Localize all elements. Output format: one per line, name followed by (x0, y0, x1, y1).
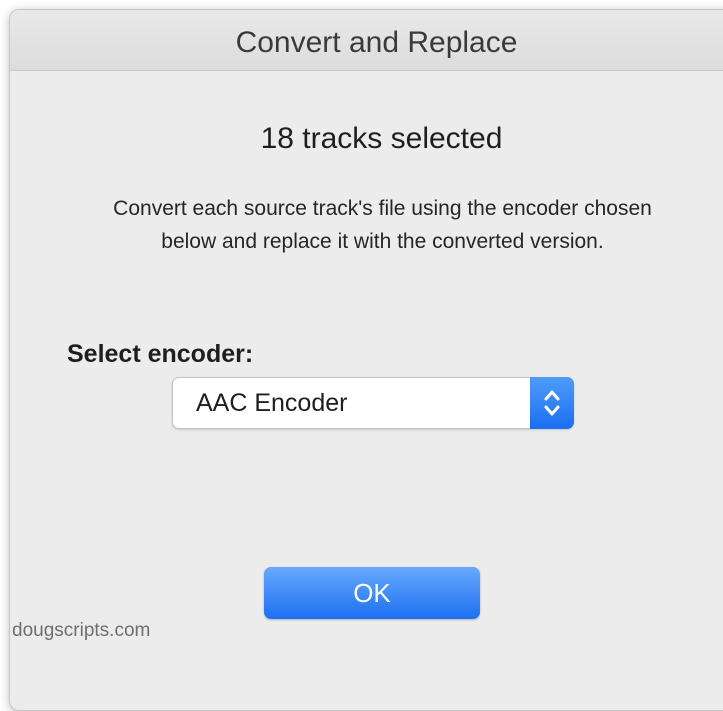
encoder-selected-value: AAC Encoder (196, 389, 348, 417)
title-bar: Convert and Replace (10, 10, 723, 71)
ok-button[interactable]: OK (264, 567, 480, 619)
encoder-popup[interactable]: AAC Encoder (172, 377, 574, 429)
tracks-selected-heading: 18 tracks selected (260, 122, 503, 155)
dialog-window: Convert and Replace 18 tracks selected C… (9, 9, 723, 711)
watermark-text: dougscripts.com (12, 620, 151, 641)
description-text: Convert each source track's file using t… (113, 197, 652, 253)
up-down-chevron-icon (544, 390, 560, 416)
popup-stepper[interactable] (530, 377, 574, 429)
select-encoder-label: Select encoder: (67, 340, 254, 368)
dialog-title: Convert and Replace (235, 26, 518, 59)
